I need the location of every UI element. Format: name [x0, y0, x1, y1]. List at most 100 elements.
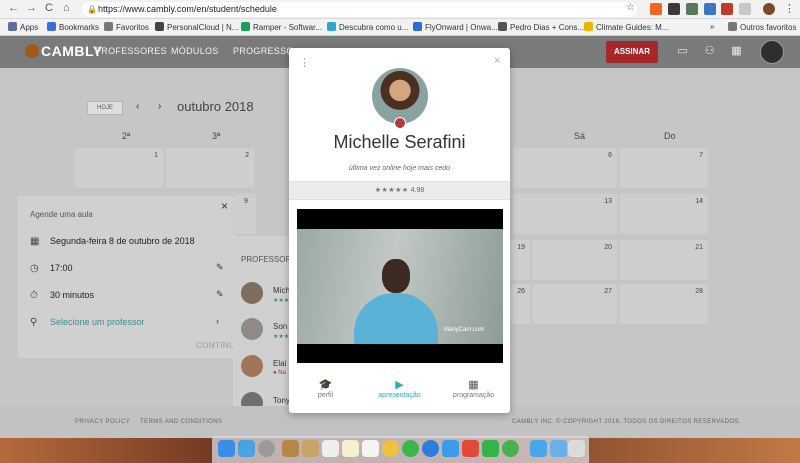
nav-modulos[interactable]: MÓDULOS [171, 46, 219, 56]
bookmark-item[interactable]: Bookmarks [47, 22, 99, 32]
calendar-day[interactable]: 28 [620, 284, 708, 324]
applications-folder-icon[interactable] [550, 440, 567, 457]
flag-icon [394, 117, 406, 129]
select-teacher[interactable]: ⚲ Selecione um professor [30, 317, 145, 328]
people-icon[interactable]: ⚇ [703, 45, 716, 58]
extension-icon[interactable] [739, 3, 751, 15]
edit-duration-icon[interactable]: ✎ [216, 289, 224, 300]
close-icon[interactable]: × [221, 199, 228, 213]
finder-icon[interactable] [218, 440, 235, 457]
calendar-day[interactable]: 20 [533, 240, 617, 280]
forward-button[interactable]: → [26, 2, 37, 14]
calendar-day[interactable]: 14 [620, 194, 708, 234]
calendar-day[interactable]: 1 [75, 148, 163, 188]
ramper-icon [241, 22, 250, 31]
menu-icon[interactable]: ⋮ [784, 2, 795, 15]
today-button[interactable]: HOJE [87, 101, 123, 115]
url-bar[interactable]: 🔒 https://www.cambly.com/en/student/sche… [82, 2, 637, 17]
extension-icon[interactable] [650, 3, 662, 15]
bookmark-item[interactable]: Outros favoritos [728, 22, 796, 32]
back-button[interactable]: ← [8, 2, 19, 14]
calendar-day[interactable]: 27 [533, 284, 617, 324]
copyright: CAMBLY INC. © COPYRIGHT 2018. TODOS OS D… [512, 419, 741, 425]
more-bookmarks[interactable]: » [710, 22, 714, 31]
booking-time[interactable]: ◷ 17:00 [30, 263, 73, 274]
safari-icon[interactable] [422, 440, 439, 457]
calendar-icon: ▦ [30, 236, 40, 247]
bookmark-item[interactable]: Climate Guides: M... [584, 22, 668, 32]
bookmark-star-icon[interactable]: ☆ [626, 2, 635, 13]
teacher-name: Michelle Serafini [333, 132, 466, 152]
calendar-day[interactable]: 19 [510, 240, 530, 280]
chevron-right-icon[interactable]: › [216, 316, 219, 326]
calendar-icon[interactable]: ▦ [730, 45, 743, 58]
launchpad-icon[interactable] [258, 440, 275, 457]
calendar-app-icon[interactable] [322, 440, 339, 457]
edit-time-icon[interactable]: ✎ [216, 262, 224, 273]
bookmark-item[interactable]: Apps [8, 22, 38, 32]
calendar-day[interactable]: 9 [236, 194, 256, 234]
calendar-day[interactable]: 2 [166, 148, 254, 188]
notes-icon[interactable] [342, 440, 359, 457]
intro-video[interactable]: ManyCam.com [297, 209, 503, 363]
app-store-icon[interactable] [442, 440, 459, 457]
whatsapp-desktop-icon[interactable] [502, 440, 519, 457]
booking-duration[interactable]: ⏱ 30 minutos [30, 290, 94, 301]
next-month-button[interactable]: › [158, 101, 161, 112]
tab-programacao[interactable]: ▦ programação [437, 378, 510, 399]
extension-icon[interactable] [686, 3, 698, 15]
list-item[interactable]: Son ★★★ [241, 318, 291, 346]
extension-icon[interactable] [668, 3, 680, 15]
bookmark-item[interactable]: FlyOnward | Onwa... [413, 22, 498, 32]
graduation-cap-icon: 🎓 [318, 379, 333, 391]
trash-icon[interactable] [568, 440, 585, 457]
logo[interactable]: CAMBLY [25, 43, 103, 59]
siri-icon[interactable] [238, 440, 255, 457]
privacy-link[interactable]: PRIVACY POLICY [75, 419, 130, 425]
teacher-modal: ⋮ × Michelle Serafini última vez online … [289, 48, 510, 413]
calendar-day[interactable]: 21 [620, 240, 708, 280]
avatar [241, 355, 263, 377]
photos-icon[interactable] [382, 440, 399, 457]
music-icon[interactable] [462, 440, 479, 457]
profile-avatar-icon[interactable] [763, 3, 775, 15]
chat-icon[interactable]: ▭ [676, 45, 689, 58]
terms-link[interactable]: TERMS AND CONDITIONS [140, 419, 222, 425]
nav-professores[interactable]: PROFESSORES [95, 46, 167, 56]
extension-icon[interactable] [704, 3, 716, 15]
avatar[interactable] [760, 40, 784, 64]
bookmark-item[interactable]: Favoritos [104, 22, 149, 32]
more-menu-icon[interactable]: ⋮ [299, 56, 310, 69]
notes-app-icon[interactable] [282, 440, 299, 457]
nav-progresso[interactable]: PROGRESSO [233, 46, 294, 56]
close-icon[interactable]: × [494, 55, 500, 67]
reload-button[interactable]: C [45, 2, 53, 14]
list-item[interactable]: Mich ★★★ [241, 282, 291, 310]
calendar-day[interactable]: 26 [510, 284, 530, 324]
clock-icon: ◷ [30, 263, 39, 274]
cambly-bird-icon [25, 44, 39, 58]
calendar-day[interactable]: 13 [513, 194, 617, 234]
home-button[interactable]: ⌂ [63, 2, 70, 14]
whatsapp-icon[interactable] [482, 440, 499, 457]
subscribe-button[interactable]: ASSINAR [606, 41, 658, 63]
bookmark-item[interactable]: PersonalCloud | N... [155, 22, 238, 32]
calendar-day[interactable]: 6 [513, 148, 617, 188]
list-item[interactable]: Elai ● Na [241, 355, 291, 383]
list-item[interactable]: Tony [241, 392, 291, 406]
downloads-folder-icon[interactable] [530, 440, 547, 457]
reminders-icon[interactable] [362, 440, 379, 457]
tab-perfil[interactable]: 🎓 perfil [289, 378, 362, 399]
tab-apresentacao[interactable]: ▶ apresentação [363, 378, 436, 399]
contacts-icon[interactable] [302, 440, 319, 457]
booking-date[interactable]: ▦ Segunda-feira 8 de outubro de 2018 [30, 236, 195, 247]
chrome-icon[interactable] [402, 440, 419, 457]
calendar-day[interactable]: 7 [620, 148, 708, 188]
extension-icon[interactable] [721, 3, 733, 15]
prev-month-button[interactable]: ‹ [136, 101, 139, 112]
bookmark-item[interactable]: Pedro Dias + Cons... [498, 22, 584, 32]
apps-icon [8, 22, 17, 31]
url-text: https://www.cambly.com/en/student/schedu… [98, 4, 277, 14]
bookmark-item[interactable]: Descubra como u... [327, 22, 408, 32]
bookmark-item[interactable]: Ramper - Softwar... [241, 22, 322, 32]
